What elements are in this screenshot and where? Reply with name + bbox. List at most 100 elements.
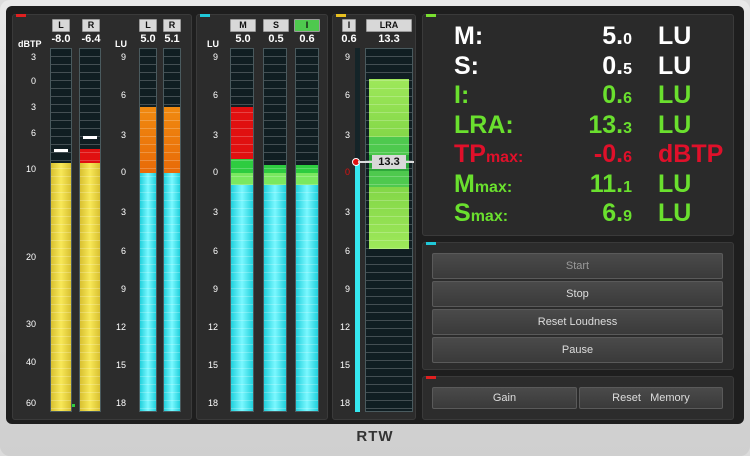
msi-scale-tick: 18: [207, 398, 218, 408]
readout-value: 11.1: [589, 169, 632, 198]
msi-channel-m-value: 5.0: [235, 33, 251, 45]
msi-scale-tick: 9: [212, 52, 218, 62]
msi-scale-tick: 6: [212, 246, 218, 256]
readout-unit: LU: [658, 22, 692, 50]
readout-value-decimal: 6: [623, 149, 632, 166]
start-button[interactable]: Start: [432, 253, 723, 279]
lra-value: 13.3: [378, 33, 400, 45]
msi-channel-m-header: M: [230, 19, 256, 32]
lr-scale-tick: 9: [120, 52, 126, 62]
lra-scale-tick: 3: [344, 207, 350, 217]
reset-loudness-button[interactable]: Reset Loudness: [432, 309, 723, 335]
msi-channel-s-header: S: [263, 19, 289, 32]
msi-scale-tick: 15: [207, 360, 218, 370]
lra-scale-tick: 6: [344, 246, 350, 256]
readout-label: S:: [454, 51, 479, 80]
readout-label-sub: max:: [485, 149, 524, 166]
readout-value-decimal: 5: [623, 60, 632, 78]
msi-scale-tick: 0: [212, 167, 218, 177]
tp-channel-l-value: -8.0: [51, 33, 71, 45]
msi-scale-tick: 12: [207, 322, 218, 332]
readout-label: TPmax:: [454, 140, 524, 168]
readout-value: 5.0: [602, 22, 632, 50]
readout-value: 0.5: [602, 51, 632, 80]
lr-meter-r: [163, 48, 181, 412]
readout-label: Smax:: [454, 199, 509, 227]
readout-unit: LU: [658, 51, 692, 80]
tp-meter-r: [79, 48, 101, 412]
readout-label: Mmax:: [454, 169, 513, 198]
msi-channel-s-value: 0.5: [268, 33, 284, 45]
msi-scale-tick: 9: [212, 284, 218, 294]
readout-value-decimal: 3: [623, 119, 632, 137]
readout-unit: LU: [658, 199, 692, 227]
lr-unit-label: LU: [115, 39, 127, 49]
tp-peak-led: [72, 404, 75, 407]
readout-value-decimal: 9: [623, 208, 632, 225]
lra-scale-tick: 9: [344, 52, 350, 62]
lra-i-header: I: [342, 19, 356, 32]
readout-value-decimal: 1: [623, 178, 632, 196]
readout-value-decimal: 0: [623, 31, 632, 48]
readout-unit: dBTP: [658, 140, 724, 168]
lr-scale-tick: 0: [120, 167, 126, 177]
tp-scale-tick: 10: [25, 164, 36, 174]
section-tag: [426, 14, 436, 17]
readout-row: I: 0.6 LU: [432, 81, 722, 111]
msi-meter-i: [295, 48, 319, 412]
lra-range-meter: [365, 48, 413, 412]
lr-channel-r-header: R: [163, 19, 181, 32]
lra-scale-tick: 18: [339, 398, 350, 408]
readout-label-sub: max:: [474, 178, 513, 196]
tp-unit-label: dBTP: [18, 39, 42, 49]
lra-i-meter: [355, 48, 360, 412]
section-tag: [336, 14, 346, 17]
lra-scale-tick: 15: [339, 360, 350, 370]
readout-label: I:: [454, 81, 470, 109]
readout-label: M:: [454, 22, 484, 50]
tp-scale-tick: 30: [25, 319, 36, 329]
tp-scale-tick: 20: [25, 252, 36, 262]
reset-memory-button[interactable]: Reset Memory: [579, 387, 723, 409]
stop-button[interactable]: Stop: [432, 281, 723, 307]
lr-channel-l-value: 5.0: [140, 33, 156, 45]
readout-unit: LU: [658, 81, 692, 109]
tp-meter-l: [50, 48, 72, 412]
lr-scale-tick: 6: [120, 90, 126, 100]
tp-scale-tick: 60: [25, 398, 36, 408]
pause-button[interactable]: Pause: [432, 337, 723, 363]
lr-meter-l: [139, 48, 157, 412]
lr-channel-l-header: L: [139, 19, 157, 32]
logo-text: RTW: [356, 428, 394, 445]
section-tag: [200, 14, 210, 17]
readout-unit: LU: [658, 169, 692, 198]
tp-channel-r-header: R: [82, 19, 100, 32]
msi-channel-i-value: 0.6: [299, 33, 315, 45]
msi-scale-tick: 3: [212, 207, 218, 217]
lr-scale-tick: 15: [115, 360, 126, 370]
gain-button[interactable]: Gain: [432, 387, 577, 409]
tp-channel-l-header: L: [52, 19, 70, 32]
readout-unit: LU: [658, 110, 692, 139]
readout-label-sub: max:: [470, 208, 509, 225]
msi-meter-s: [263, 48, 287, 412]
readout-row: Mmax: 11.1 LU: [432, 170, 722, 200]
readout-row: LRA: 13.3 LU: [432, 111, 722, 141]
section-tag: [426, 376, 436, 379]
readout-value: 13.3: [588, 110, 632, 139]
lra-scale-tick: 3: [344, 130, 350, 140]
readout-value-decimal: 6: [623, 90, 632, 107]
tp-scale-tick: 0: [30, 76, 36, 86]
rtw-logo: RTW: [345, 428, 405, 445]
lra-scale-tick: 12: [339, 322, 350, 332]
lr-channel-r-value: 5.1: [164, 33, 180, 45]
lr-scale-tick: 12: [115, 322, 126, 332]
lra-scale-tick: 9: [344, 284, 350, 294]
tp-scale-tick: 40: [25, 357, 36, 367]
lra-scale-tick: 6: [344, 90, 350, 100]
lra-marker-label: 13.3: [372, 155, 406, 169]
lra-scale-tick: 0: [344, 167, 350, 177]
readout-value: -0.6: [593, 140, 632, 168]
msi-unit-label: LU: [207, 39, 219, 49]
readout-row: TPmax: -0.6 dBTP: [432, 140, 724, 170]
